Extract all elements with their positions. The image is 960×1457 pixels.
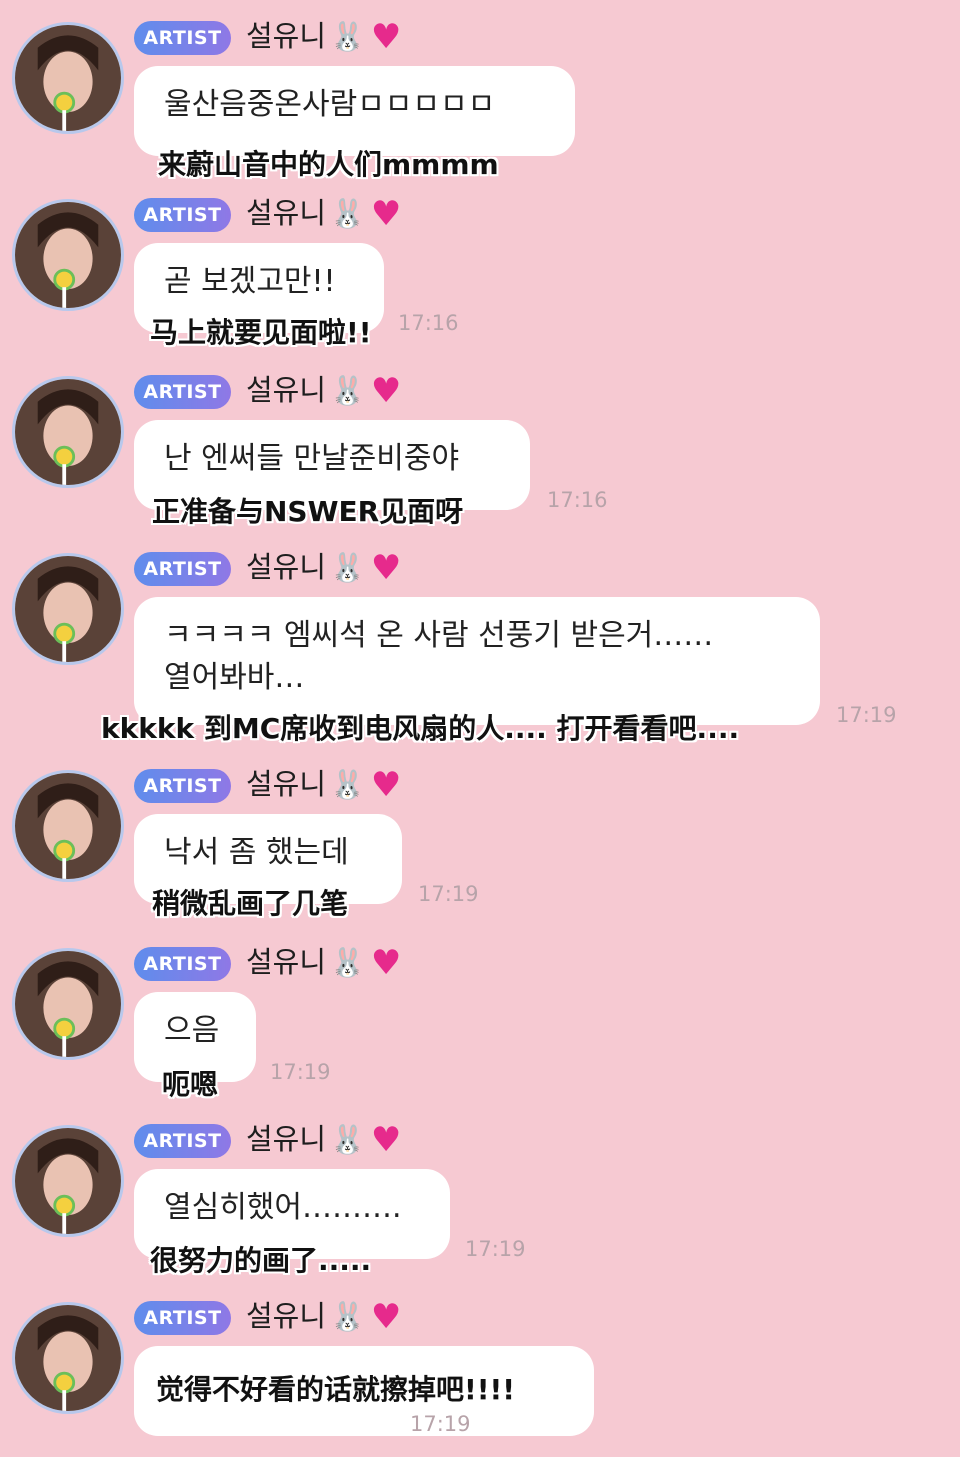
heart-icon: ♥ <box>370 371 402 411</box>
message-text: 으음 <box>164 1013 220 1048</box>
sender-name-text: 설유니 <box>246 1299 327 1333</box>
chat-message: ARTIST 설유니 🐰 ♥ 열심히했어………. 17:19 很努力的画了..... <box>0 1103 960 1280</box>
timestamp: 17:19 <box>270 1060 331 1084</box>
sender-name-text: 설유니 <box>246 1122 327 1156</box>
artist-badge: ARTIST <box>134 21 231 55</box>
artist-badge: ARTIST <box>134 375 231 409</box>
rabbit-icon: 🐰 <box>330 1300 365 1333</box>
message-text: 난 엔써들 만날준비중야 <box>164 441 460 476</box>
sender-name-text: 설유니 <box>246 767 327 801</box>
chat-message: ARTIST 설유니 🐰 ♥ ㅋㅋㅋㅋ 엠씨석 온 사람 선풍기 받은거…… 열어봐… <box>0 531 960 745</box>
message-text: 열어봐바… <box>164 660 305 695</box>
sender-name-text: 설유니 <box>246 945 327 979</box>
artist-badge: ARTIST <box>134 1124 231 1158</box>
artist-badge: ARTIST <box>134 198 231 232</box>
avatar[interactable] <box>12 770 124 882</box>
avatar[interactable] <box>12 199 124 311</box>
chat-screen: { "sender": { "badge": "ARTIST", "name":… <box>0 0 960 1454</box>
translation-caption: kkkkk 到MC席收到电风扇的人.... 打开看看吧.... <box>101 712 740 745</box>
sender-name[interactable]: 설유니 🐰 ♥ <box>246 193 401 234</box>
avatar[interactable] <box>12 1125 124 1237</box>
rabbit-icon: 🐰 <box>330 768 365 801</box>
message-text: ㅋㅋㅋㅋ 엠씨석 온 사람 선풍기 받은거…… <box>164 618 714 653</box>
avatar[interactable] <box>12 376 124 488</box>
sender-name[interactable]: 설유니 🐰 ♥ <box>246 942 401 983</box>
sender-name[interactable]: 설유니 🐰 ♥ <box>246 1296 401 1337</box>
translation-caption: 正准备与NSWER见面呀 <box>152 495 464 528</box>
timestamp: 17:16 <box>547 488 608 512</box>
rabbit-icon: 🐰 <box>330 197 365 230</box>
heart-icon: ♥ <box>370 194 402 234</box>
artist-badge: ARTIST <box>134 769 231 803</box>
chat-message: ARTIST 설유니 🐰 ♥ 낙서 좀 했는데 17:19 稍微乱画了几笔 <box>0 748 960 925</box>
message-text: 울산음중온사람ㅁㅁㅁㅁㅁ <box>164 87 496 122</box>
rabbit-icon: 🐰 <box>330 374 365 407</box>
artist-badge: ARTIST <box>134 947 231 981</box>
artist-badge: ARTIST <box>134 552 231 586</box>
sender-name[interactable]: 설유니 🐰 ♥ <box>246 764 401 805</box>
chat-message: ARTIST 설유니 🐰 ♥ 난 엔써들 만날준비중야 17:16 正准备与NSWE… <box>0 354 960 531</box>
translation-caption: 呃嗯 <box>162 1068 219 1101</box>
sender-name-text: 설유니 <box>246 196 327 230</box>
chat-message: ARTIST 설유니 🐰 ♥ 觉得不好看的话就擦掉吧!!!! 17:19 <box>0 1280 960 1457</box>
chat-message: ARTIST 설유니 🐰 ♥ 곧 보겠고만!! 17:16 马上就要见面啦!! <box>0 177 960 354</box>
heart-icon: ♥ <box>370 1120 402 1160</box>
message-text: 곧 보겠고만!! <box>164 264 336 299</box>
sender-name[interactable]: 설유니 🐰 ♥ <box>246 1119 401 1160</box>
avatar[interactable] <box>12 22 124 134</box>
timestamp: 17:19 <box>465 1237 526 1261</box>
rabbit-icon: 🐰 <box>330 551 365 584</box>
chat-message: ARTIST 설유니 🐰 ♥ 울산음중온사람ㅁㅁㅁㅁㅁ 来蔚山音中的人们mmmm <box>0 0 960 181</box>
artist-badge: ARTIST <box>134 1301 231 1335</box>
chat-message: ARTIST 설유니 🐰 ♥ 으음 17:19 呃嗯 <box>0 926 960 1103</box>
heart-icon: ♥ <box>370 765 402 805</box>
heart-icon: ♥ <box>370 943 402 983</box>
timestamp: 17:16 <box>398 311 459 335</box>
rabbit-icon: 🐰 <box>330 1123 365 1156</box>
timestamp: 17:19 <box>418 882 479 906</box>
heart-icon: ♥ <box>370 1297 402 1337</box>
avatar[interactable] <box>12 1302 124 1414</box>
heart-icon: ♥ <box>370 17 402 57</box>
sender-name-text: 설유니 <box>246 373 327 407</box>
translation-caption: 稍微乱画了几笔 <box>152 887 349 920</box>
message-text: 열심히했어………. <box>164 1190 402 1225</box>
sender-name[interactable]: 설유니 🐰 ♥ <box>246 370 401 411</box>
rabbit-icon: 🐰 <box>330 20 365 53</box>
sender-name[interactable]: 설유니 🐰 ♥ <box>246 16 401 57</box>
translation-caption: 很努力的画了..... <box>150 1244 372 1277</box>
avatar[interactable] <box>12 948 124 1060</box>
sender-name-text: 설유니 <box>246 19 327 53</box>
timestamp: 17:19 <box>836 703 897 727</box>
timestamp: 17:19 <box>410 1412 471 1436</box>
translation-caption: 觉得不好看的话就擦掉吧!!!! <box>156 1373 516 1406</box>
message-bubble[interactable]: 울산음중온사람ㅁㅁㅁㅁㅁ <box>134 66 575 156</box>
message-bubble[interactable]: ㅋㅋㅋㅋ 엠씨석 온 사람 선풍기 받은거…… 열어봐바… <box>134 597 820 725</box>
heart-icon: ♥ <box>370 548 402 588</box>
message-text: 낙서 좀 했는데 <box>164 835 349 870</box>
avatar[interactable] <box>12 553 124 665</box>
translation-caption: 马上就要见面啦!! <box>150 316 372 349</box>
sender-name-text: 설유니 <box>246 550 327 584</box>
sender-name[interactable]: 설유니 🐰 ♥ <box>246 547 401 588</box>
rabbit-icon: 🐰 <box>330 946 365 979</box>
